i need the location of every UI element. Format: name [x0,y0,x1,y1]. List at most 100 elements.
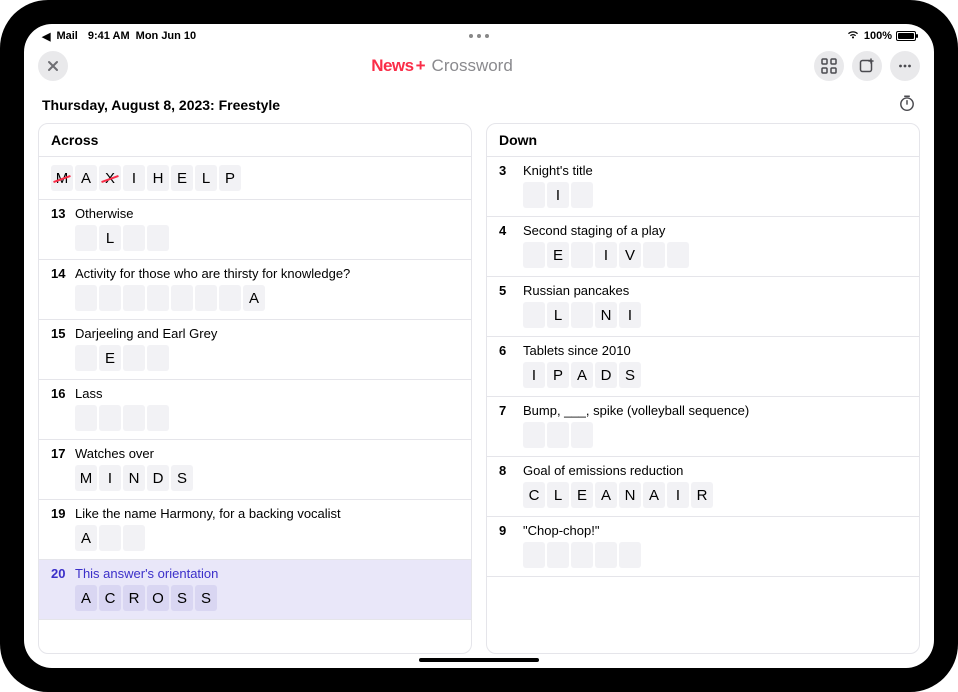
answer-cell[interactable]: A [75,585,97,611]
timer-button[interactable] [898,94,916,115]
across-clue-list[interactable]: MAXIHELP13OtherwiseL14Activity for those… [39,157,471,653]
answer-cell[interactable] [123,525,145,551]
answer-cell[interactable]: L [547,302,569,328]
answer-cell[interactable]: S [195,585,217,611]
answer-cell[interactable] [619,542,641,568]
answer-cell[interactable]: S [619,362,641,388]
answer-cell[interactable] [643,242,665,268]
clue-row[interactable]: 9"Chop-chop!" [487,517,919,577]
answer-cell[interactable] [595,542,617,568]
answer-cell[interactable]: I [667,482,689,508]
answer-cell[interactable] [523,422,545,448]
answer-cell[interactable]: I [619,302,641,328]
answer-cell[interactable]: I [595,242,617,268]
answer-cell[interactable] [75,405,97,431]
answer-cell[interactable]: O [147,585,169,611]
new-window-button[interactable] [852,51,882,81]
answer-cell[interactable] [99,525,121,551]
clue-row[interactable]: 20This answer's orientationACROSS [39,560,471,620]
close-button[interactable] [38,51,68,81]
answer-cell[interactable]: P [219,165,241,191]
answer-cell[interactable] [99,285,121,311]
answer-cell[interactable]: N [619,482,641,508]
answer-cell[interactable]: P [547,362,569,388]
answer-cell[interactable] [571,302,593,328]
answer-cell[interactable]: N [123,465,145,491]
answer-cell[interactable] [219,285,241,311]
answer-cell[interactable]: E [171,165,193,191]
clue-row[interactable]: 6Tablets since 2010IPADS [487,337,919,397]
answer-cell[interactable] [123,225,145,251]
clue-row[interactable]: 14Activity for those who are thirsty for… [39,260,471,320]
back-app-caret[interactable]: ◀ [42,30,50,43]
answer-cell[interactable]: E [571,482,593,508]
answer-cell[interactable] [571,242,593,268]
answer-cell[interactable]: M [51,165,73,191]
answer-cell[interactable]: V [619,242,641,268]
answer-cell[interactable] [547,542,569,568]
answer-cell[interactable]: D [595,362,617,388]
clue-row[interactable]: 5Russian pancakesLNI [487,277,919,337]
answer-cell[interactable]: I [547,182,569,208]
answer-cell[interactable] [147,285,169,311]
answer-cell[interactable] [147,345,169,371]
answer-cell[interactable] [523,302,545,328]
answer-cell[interactable]: X [99,165,121,191]
answer-cell[interactable]: I [99,465,121,491]
clue-row[interactable]: 3Knight's titleI [487,157,919,217]
clue-row[interactable]: MAXIHELP [39,157,471,200]
answer-cell[interactable] [171,285,193,311]
home-indicator[interactable] [419,658,539,662]
answer-cell[interactable] [195,285,217,311]
clue-row[interactable]: 15Darjeeling and Earl GreyE [39,320,471,380]
answer-cell[interactable]: A [643,482,665,508]
clue-row[interactable]: 7Bump, ___, spike (volleyball sequence) [487,397,919,457]
answer-cell[interactable]: A [75,165,97,191]
answer-cell[interactable] [571,542,593,568]
answer-cell[interactable] [75,225,97,251]
answer-cell[interactable]: E [99,345,121,371]
answer-cell[interactable]: D [147,465,169,491]
answer-cell[interactable] [523,242,545,268]
answer-cell[interactable]: C [523,482,545,508]
answer-cell[interactable] [523,542,545,568]
multitask-dots[interactable] [469,34,489,38]
back-app-label[interactable]: Mail [56,30,77,42]
answer-cell[interactable]: S [171,585,193,611]
down-clue-list[interactable]: 3Knight's titleI4Second staging of a pla… [487,157,919,653]
clue-row[interactable]: 13OtherwiseL [39,200,471,260]
answer-cell[interactable] [123,345,145,371]
clue-row[interactable]: 19Like the name Harmony, for a backing v… [39,500,471,560]
answer-cell[interactable] [123,405,145,431]
answer-cell[interactable]: I [123,165,145,191]
answer-cell[interactable]: N [595,302,617,328]
answer-cell[interactable] [571,422,593,448]
answer-cell[interactable]: R [691,482,713,508]
clue-row[interactable]: 16Lass [39,380,471,440]
clue-row[interactable]: 17Watches overMINDS [39,440,471,500]
answer-cell[interactable] [75,345,97,371]
answer-cell[interactable] [147,225,169,251]
answer-cell[interactable]: S [171,465,193,491]
answer-cell[interactable]: C [99,585,121,611]
answer-cell[interactable] [523,182,545,208]
answer-cell[interactable]: E [547,242,569,268]
answer-cell[interactable] [547,422,569,448]
clue-row[interactable]: 4Second staging of a playEIV [487,217,919,277]
answer-cell[interactable]: H [147,165,169,191]
answer-cell[interactable]: A [595,482,617,508]
answer-cell[interactable] [667,242,689,268]
answer-cell[interactable]: L [195,165,217,191]
more-button[interactable] [890,51,920,81]
grid-view-button[interactable] [814,51,844,81]
answer-cell[interactable] [99,405,121,431]
answer-cell[interactable]: A [75,525,97,551]
answer-cell[interactable]: A [243,285,265,311]
answer-cell[interactable]: L [547,482,569,508]
answer-cell[interactable]: M [75,465,97,491]
clue-row[interactable]: 8Goal of emissions reductionCLEANAIR [487,457,919,517]
answer-cell[interactable]: A [571,362,593,388]
answer-cell[interactable]: L [99,225,121,251]
answer-cell[interactable] [123,285,145,311]
answer-cell[interactable]: I [523,362,545,388]
